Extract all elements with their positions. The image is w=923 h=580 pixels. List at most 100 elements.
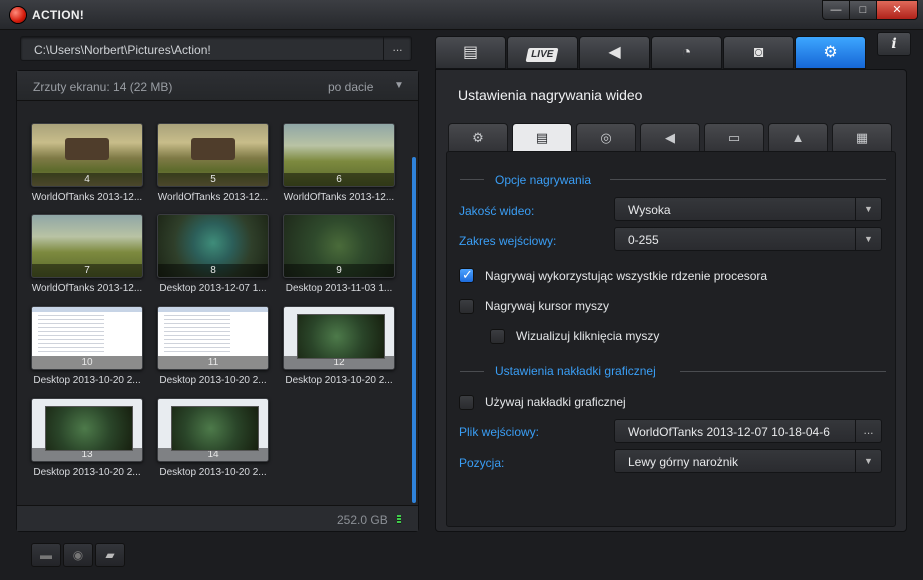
screenshot-thumbnail[interactable]: 10 Desktop 2013-10-20 2... [31,306,143,388]
screenshot-thumbnail[interactable]: 7 WorldOfTanks 2013-12... [31,214,143,296]
thumbnail-caption: Desktop 2013-12-07 1... [159,283,267,294]
film-icon: ▤ [535,130,549,145]
thumbnail-number: 10 [32,356,142,369]
screenshot-thumbnail[interactable]: 12 Desktop 2013-10-20 2... [283,306,395,388]
section-divider [460,371,484,372]
disk-indicator-icon [397,515,401,524]
subtab-display[interactable]: ▭ [704,123,764,151]
screenshot-thumbnail[interactable]: 14 Desktop 2013-10-20 2... [157,398,269,480]
tab-video[interactable]: ▤ [435,36,506,69]
thumbnail-image: 14 [157,398,269,462]
visualize-clicks-label: Wizualizuj kliknięcia myszy [516,329,660,343]
subtab-webcam[interactable]: ◎ [576,123,636,151]
thumbnail-image: 6 [283,123,395,187]
screenshot-thumbnail[interactable]: 6 WorldOfTanks 2013-12... [283,123,395,205]
record-cursor-checkbox[interactable] [459,299,474,314]
thumbnail-caption: Desktop 2013-11-03 1... [285,283,393,294]
subtab-video[interactable]: ▤ [512,123,572,151]
screenshot-gallery: Zrzuty ekranu: 14 (22 MB) po dacie ▼ 4 Wo… [16,70,419,532]
maximize-button[interactable]: □ [849,0,877,20]
gear-icon: ⚙ [823,44,838,61]
chevron-down-icon[interactable]: ▼ [394,80,404,91]
browse-file-button[interactable]: ... [855,420,881,442]
use-overlay-label: Używaj nakładki graficznej [485,395,626,409]
minus-icon: ▬ [40,548,52,562]
subtab-general[interactable]: ⚙ [448,123,508,151]
thumbnail-caption: Desktop 2013-10-20 2... [285,375,393,386]
visualize-clicks-checkbox[interactable] [490,329,505,344]
position-dropdown[interactable]: Lewy górny narożnik ▼ [614,449,882,473]
section-divider [680,371,886,372]
tab-screenshots[interactable]: ◙ [723,36,794,69]
section-divider [610,179,886,180]
open-folder-button[interactable]: ▰ [95,543,125,567]
position-label: Pozycja: [459,456,505,470]
screenshot-thumbnail[interactable]: 5 WorldOfTanks 2013-12... [157,123,269,205]
screenshot-thumbnail[interactable]: 13 Desktop 2013-10-20 2... [31,398,143,480]
tab-audio[interactable]: ◀ [579,36,650,69]
screenshot-thumbnail[interactable]: 4 WorldOfTanks 2013-12... [31,123,143,205]
tab-benchmark[interactable]: ◔ [651,36,722,69]
subtab-audio[interactable]: ◀ [640,123,700,151]
delete-button[interactable]: ▬ [31,543,61,567]
quality-dropdown[interactable]: Wysoka ▼ [614,197,882,221]
folder-icon: ▰ [105,548,115,562]
thumbnail-number: 13 [32,448,142,461]
subtab-hotkeys[interactable]: ▦ [832,123,892,151]
thumbnail-image: 12 [283,306,395,370]
browse-path-button[interactable]: ... [383,37,411,60]
keyboard-icon: ▦ [855,130,869,145]
settings-subtabs: ⚙ ▤ ◎ ◀ ▭ ▲ ▦ [448,123,896,151]
use-all-cores-checkbox[interactable]: ✓ [459,267,474,283]
thumbnail-image: 13 [31,398,143,462]
thumbnail-image: 9 [283,214,395,278]
section-divider [460,179,484,180]
screenshot-thumbnail[interactable]: 8 Desktop 2013-12-07 1... [157,214,269,296]
settings-body: Opcje nagrywania Jakość wideo: Wysoka ▼ … [446,151,896,527]
gallery-scrollbar[interactable] [412,157,416,503]
thumbnail-caption: Desktop 2013-10-20 2... [33,375,141,386]
chevron-down-icon[interactable]: ▼ [855,450,881,472]
thumbnail-image: 8 [157,214,269,278]
thumbnail-caption: WorldOfTanks 2013-12... [31,283,143,294]
screenshot-thumbnail[interactable]: 11 Desktop 2013-10-20 2... [157,306,269,388]
quality-value: Wysoka [628,203,671,217]
range-label: Zakres wejściowy: [459,234,557,248]
use-overlay-checkbox[interactable] [459,395,474,410]
position-value: Lewy górny narożnik [628,455,739,469]
section-title-recording: Opcje nagrywania [495,173,592,187]
gallery-footer: 252.0 GB [17,505,418,531]
input-file-value: WorldOfTanks 2013-12-07 10-18-04-6 [628,425,830,439]
tab-settings[interactable]: ⚙ [795,36,866,69]
camera-icon: ◙ [753,44,764,61]
sort-dropdown[interactable]: po dacie [328,80,373,94]
speaker-icon: ◀ [608,44,621,61]
range-dropdown[interactable]: 0-255 ▼ [614,227,882,251]
thumbnail-caption: WorldOfTanks 2013-12... [283,192,395,203]
preview-button[interactable]: ◉ [63,543,93,567]
check-icon: ✓ [462,267,473,282]
eye-icon: ◉ [72,548,84,562]
close-button[interactable]: ✕ [876,0,918,20]
subtab-upload[interactable]: ▲ [768,123,828,151]
range-value: 0-255 [628,233,659,247]
chevron-down-icon[interactable]: ▼ [855,228,881,250]
thumbnail-image: 11 [157,306,269,370]
thumbnail-caption: Desktop 2013-10-20 2... [159,467,267,478]
thumbnail-number: 11 [158,356,268,369]
thumbnail-number: 7 [32,264,142,277]
upload-icon: ▲ [791,130,805,145]
info-button[interactable]: i [877,32,911,56]
thumbnail-image: 10 [31,306,143,370]
thumbnail-caption: WorldOfTanks 2013-12... [31,192,143,203]
chevron-down-icon[interactable]: ▼ [855,198,881,220]
gallery-header: Zrzuty ekranu: 14 (22 MB) po dacie ▼ [17,71,418,101]
use-all-cores-label: Nagrywaj wykorzystując wszystkie rdzenie… [485,269,768,283]
minimize-button[interactable]: — [822,0,850,20]
screenshot-thumbnail[interactable]: 9 Desktop 2013-11-03 1... [283,214,395,296]
thumbnail-image: 5 [157,123,269,187]
path-field[interactable]: C:\Users\Norbert\Pictures\Action! ... [20,36,412,61]
thumbnail-number: 5 [158,173,268,186]
tab-live[interactable]: LIVE [507,36,578,69]
input-file-field[interactable]: WorldOfTanks 2013-12-07 10-18-04-6 ... [614,419,882,443]
